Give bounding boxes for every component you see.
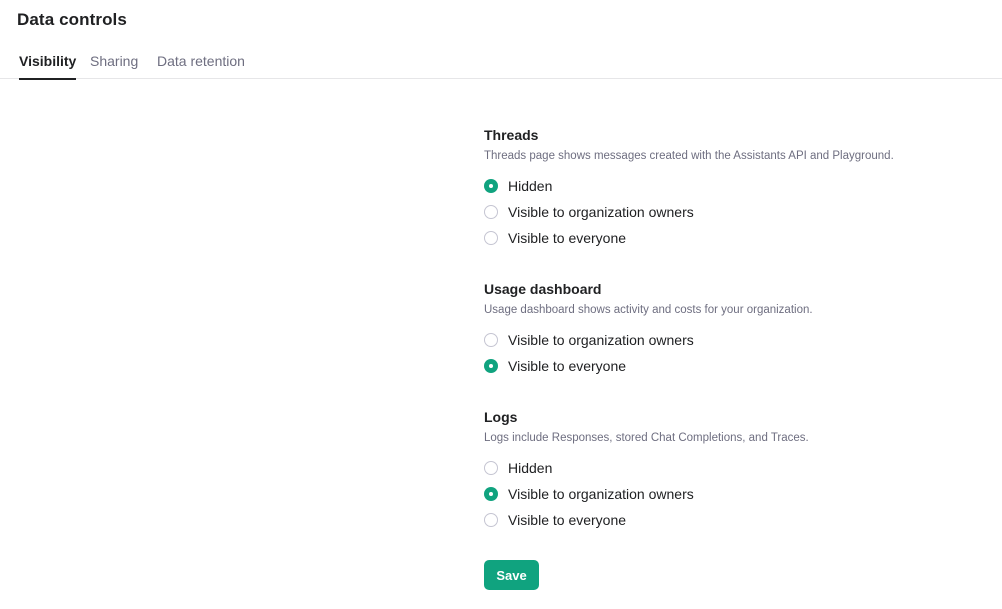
section-title: Usage dashboard — [484, 281, 602, 297]
option-label: Visible to organization owners — [508, 486, 694, 502]
option-label: Visible to organization owners — [508, 332, 694, 348]
radio-button[interactable] — [484, 205, 498, 219]
usage-option-everyone[interactable]: Visible to everyone — [484, 353, 984, 379]
threads-option-hidden[interactable]: Hidden — [484, 173, 984, 199]
radio-button[interactable] — [484, 231, 498, 245]
save-button[interactable]: Save — [484, 560, 539, 590]
radio-button[interactable] — [484, 461, 498, 475]
usage-option-owners[interactable]: Visible to organization owners — [484, 327, 984, 353]
logs-option-owners[interactable]: Visible to organization owners — [484, 481, 984, 507]
option-label: Visible to everyone — [508, 512, 627, 528]
logs-option-everyone[interactable]: Visible to everyone — [484, 507, 984, 533]
threads-option-everyone[interactable]: Visible to everyone — [484, 225, 984, 251]
section-title: Threads — [484, 127, 539, 143]
option-label: Visible to everyone — [508, 358, 627, 374]
tab-visibility[interactable]: Visibility — [19, 53, 77, 80]
section-description: Threads page shows messages created with… — [484, 150, 894, 162]
logs-section: Logs Logs include Responses, stored Chat… — [484, 408, 984, 533]
usage-dashboard-section: Usage dashboard Usage dashboard shows ac… — [484, 280, 984, 379]
option-label: Hidden — [508, 178, 553, 194]
radio-button[interactable] — [484, 513, 498, 527]
page-title: Data controls — [17, 10, 127, 29]
tab-data-retention[interactable]: Data retention — [157, 53, 245, 79]
radio-button[interactable] — [484, 487, 498, 501]
visibility-settings: Threads Threads page shows messages crea… — [484, 126, 984, 590]
tab-bar: Visibility Sharing Data retention — [0, 46, 1002, 80]
section-description: Logs include Responses, stored Chat Comp… — [484, 432, 809, 444]
tab-sharing[interactable]: Sharing — [90, 53, 138, 79]
radio-button[interactable] — [484, 333, 498, 347]
radio-button[interactable] — [484, 359, 498, 373]
option-label: Visible to everyone — [508, 230, 627, 246]
option-label: Visible to organization owners — [508, 204, 694, 220]
data-controls-page: Data controls Visibility Sharing Data re… — [0, 0, 1002, 609]
section-description: Usage dashboard shows activity and costs… — [484, 304, 813, 316]
threads-radio-group: Hidden Visible to organization owners Vi… — [484, 173, 984, 251]
radio-button[interactable] — [484, 179, 498, 193]
threads-option-owners[interactable]: Visible to organization owners — [484, 199, 984, 225]
section-title: Logs — [484, 409, 518, 425]
usage-radio-group: Visible to organization owners Visible t… — [484, 327, 984, 379]
logs-option-hidden[interactable]: Hidden — [484, 455, 984, 481]
option-label: Hidden — [508, 460, 553, 476]
logs-radio-group: Hidden Visible to organization owners Vi… — [484, 455, 984, 533]
threads-section: Threads Threads page shows messages crea… — [484, 126, 984, 251]
